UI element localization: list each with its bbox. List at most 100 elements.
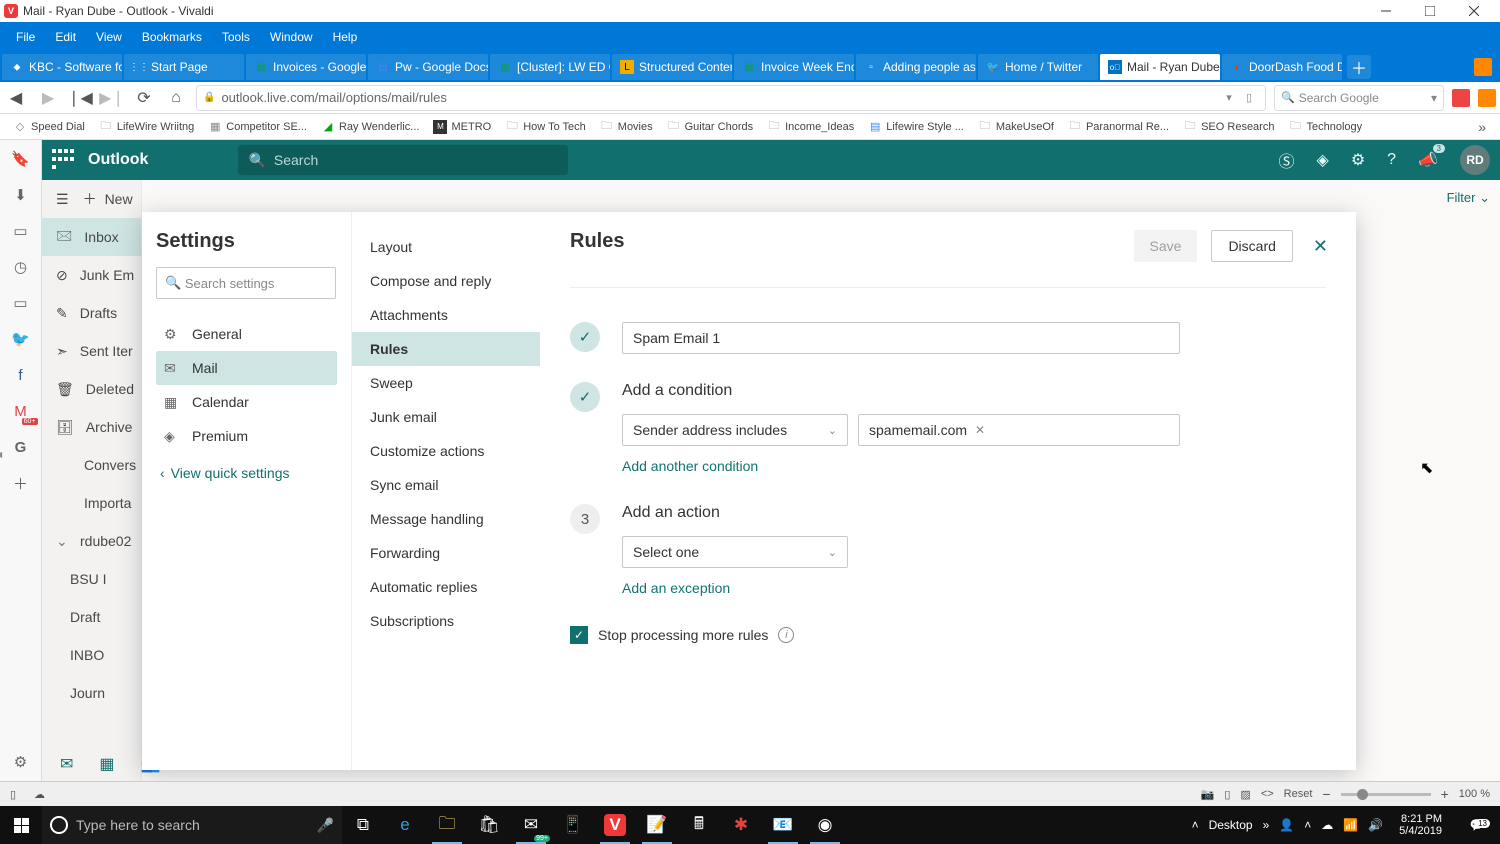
megaphone-icon[interactable]: 📣3 — [1418, 150, 1438, 170]
wifi-icon[interactable]: 📶 — [1343, 818, 1358, 832]
bookmark-item[interactable]: 🗀MakeUseOf — [971, 120, 1061, 134]
new-tab-button[interactable]: ＋ — [1347, 55, 1371, 79]
new-message-button[interactable]: ☰＋New — [42, 180, 141, 218]
sub-junk[interactable]: Junk email — [352, 400, 540, 434]
bookmark-item[interactable]: ▤Lifewire Style ... — [861, 120, 971, 134]
view-quick-settings-link[interactable]: ‹View quick settings — [156, 465, 337, 481]
status-icon[interactable]: ▯ — [10, 788, 26, 801]
sub-forwarding[interactable]: Forwarding — [352, 536, 540, 570]
sub-sync[interactable]: Sync email — [352, 468, 540, 502]
volume-icon[interactable]: 🔊 — [1368, 818, 1383, 832]
chevron-down-icon[interactable]: ▾ — [1431, 91, 1437, 105]
sub-subscriptions[interactable]: Subscriptions — [352, 604, 540, 638]
google-panel-icon[interactable]: G — [10, 436, 32, 458]
notepad-icon[interactable]: 📝 — [636, 806, 678, 844]
folder-account[interactable]: ⌄rdube02 — [42, 522, 141, 560]
outlook-taskbar-icon[interactable]: 📧 — [762, 806, 804, 844]
bookmark-item[interactable]: 🗀Movies — [593, 120, 660, 134]
condition-value-input[interactable]: spamemail.com✕ — [858, 414, 1180, 446]
bookmark-item[interactable]: ▦Competitor SE... — [201, 120, 314, 134]
task-view-button[interactable]: ⧉ — [342, 806, 384, 844]
sub-sweep[interactable]: Sweep — [352, 366, 540, 400]
reset-zoom[interactable]: Reset — [1284, 788, 1313, 800]
cloud-icon[interactable]: ☁ — [34, 788, 45, 801]
rule-name-input[interactable] — [622, 322, 1180, 354]
trash-icon[interactable] — [1474, 58, 1492, 76]
cat-mail[interactable]: ✉Mail — [156, 351, 337, 385]
menu-view[interactable]: View — [86, 22, 132, 52]
sub-rules[interactable]: Rules — [352, 332, 540, 366]
phone-icon[interactable]: 📱 — [552, 806, 594, 844]
bookmark-item[interactable]: 🗀Paranormal Re... — [1061, 120, 1176, 134]
forward-button[interactable]: ▶ — [36, 86, 60, 110]
add-exception-link[interactable]: Add an exception — [622, 580, 730, 596]
rewind-button[interactable]: ❘◀ — [68, 86, 92, 110]
overflow-icon[interactable]: » — [1263, 818, 1270, 832]
app-launcher-icon[interactable] — [52, 149, 74, 171]
extension-icon[interactable] — [1478, 89, 1496, 107]
cortana-search[interactable]: Type here to search 🎤 — [42, 806, 342, 844]
mail-app-icon[interactable]: ✉99+ — [510, 806, 552, 844]
sub-layout[interactable]: Layout — [352, 230, 540, 264]
action-center-icon[interactable]: 💬13 — [1458, 818, 1496, 832]
home-button[interactable]: ⌂ — [164, 86, 188, 110]
vivaldi-taskbar-icon[interactable]: V — [594, 806, 636, 844]
tab-9[interactable]: o⃞Mail - Ryan Dube — [1100, 54, 1220, 80]
folder-archive[interactable]: 🗄Archive — [42, 408, 141, 446]
tab-0[interactable]: ⬥KBC - Software fo — [2, 54, 122, 80]
bookmark-item[interactable]: 🗀Technology — [1281, 120, 1369, 134]
tab-2[interactable]: ▦Invoices - Google — [246, 54, 366, 80]
folder-sent[interactable]: ➣Sent Iter — [42, 332, 141, 370]
add-another-condition-link[interactable]: Add another condition — [622, 458, 758, 474]
calculator-icon[interactable]: 🖩 — [678, 806, 720, 844]
sub-attachments[interactable]: Attachments — [352, 298, 540, 332]
mail-module-icon[interactable]: ✉ — [60, 754, 73, 774]
zoom-slider[interactable] — [1341, 793, 1431, 796]
cat-calendar[interactable]: ▦Calendar — [156, 385, 337, 419]
bookmarks-panel-icon[interactable]: 🔖 — [10, 148, 32, 170]
bookmark-item[interactable]: 🗀Income_Ideas — [760, 120, 861, 134]
extension-icon[interactable] — [1452, 89, 1470, 107]
subfolder[interactable]: BSU I — [42, 560, 141, 598]
sub-handling[interactable]: Message handling — [352, 502, 540, 536]
bookmark-item[interactable]: ◇Speed Dial — [6, 120, 92, 134]
hamburger-icon[interactable]: ☰ — [56, 191, 69, 208]
mic-icon[interactable]: 🎤 — [317, 817, 334, 834]
tab-3[interactable]: ▤Pw - Google Docs — [368, 54, 488, 80]
filter-button[interactable]: Filter ⌄ — [1447, 190, 1490, 206]
url-box[interactable]: 🔒 outlook.live.com/mail/options/mail/rul… — [196, 85, 1266, 111]
diamond-icon[interactable]: ◈ — [1317, 150, 1329, 170]
calendar-module-icon[interactable]: ▦ — [99, 754, 114, 774]
settings-icon[interactable]: ⚙ — [1351, 150, 1365, 170]
bookmark-item[interactable]: ◢Ray Wenderlic... — [314, 120, 427, 134]
reader-icon[interactable]: ▯ — [1239, 91, 1259, 104]
add-panel-button[interactable]: ＋ — [10, 472, 32, 494]
menu-file[interactable]: File — [6, 22, 45, 52]
chevron-down-icon[interactable]: ⌄ — [56, 533, 68, 550]
folder-deleted[interactable]: 🗑Deleted — [42, 370, 141, 408]
stop-processing-checkbox[interactable]: ✓ — [570, 626, 588, 644]
minimize-button[interactable] — [1364, 0, 1408, 22]
cat-general[interactable]: ⚙General — [156, 317, 337, 351]
history-panel-icon[interactable]: ◷ — [10, 256, 32, 278]
bookmark-item[interactable]: 🗀SEO Research — [1176, 120, 1281, 134]
people-icon[interactable]: 👤 — [1279, 818, 1294, 832]
window-panel-icon[interactable]: ▭ — [10, 292, 32, 314]
discard-button[interactable]: Discard — [1211, 230, 1292, 262]
menu-bookmarks[interactable]: Bookmarks — [132, 22, 212, 52]
sub-autoreply[interactable]: Automatic replies — [352, 570, 540, 604]
devtools-icon[interactable]: <> — [1261, 788, 1274, 800]
condition-select[interactable]: Sender address includes⌄ — [622, 414, 848, 446]
reload-button[interactable]: ⟳ — [132, 86, 156, 110]
panel-settings-icon[interactable]: ⚙ — [10, 751, 32, 773]
tile-icon[interactable]: ▯ — [1224, 788, 1230, 801]
expand-handle[interactable]: ◀ — [0, 450, 2, 459]
explorer-icon[interactable]: 🗀 — [426, 806, 468, 844]
folder-junk[interactable]: ⊘Junk Em — [42, 256, 141, 294]
edge-icon[interactable]: e — [384, 806, 426, 844]
capture-icon[interactable]: 📷 — [1201, 788, 1215, 801]
tab-1[interactable]: ⋮⋮Start Page — [124, 54, 244, 80]
maximize-button[interactable] — [1408, 0, 1452, 22]
zoom-out[interactable]: − — [1322, 786, 1330, 802]
tab-8[interactable]: 🐦Home / Twitter — [978, 54, 1098, 80]
